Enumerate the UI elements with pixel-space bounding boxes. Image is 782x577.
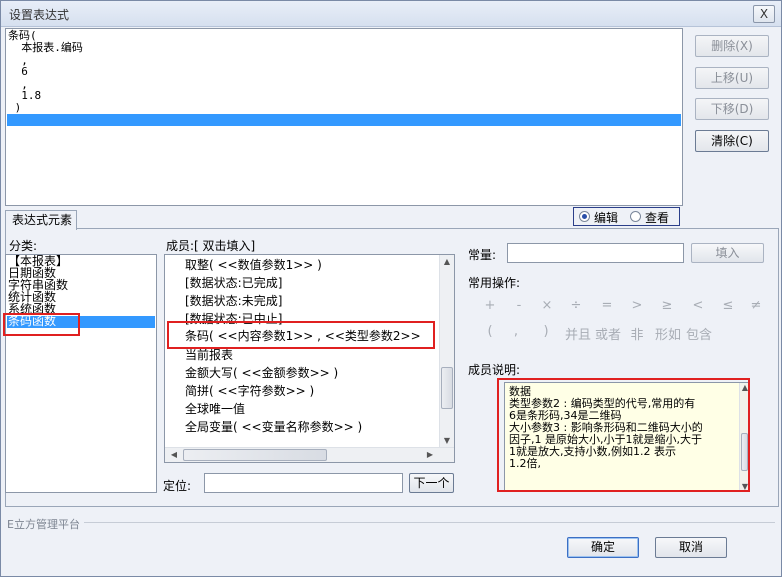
expression-line[interactable]: 本报表.编码 xyxy=(8,42,83,54)
ok-button[interactable]: 确定 xyxy=(567,537,639,558)
members-horizontal-scrollbar[interactable]: ◀ ▶ xyxy=(165,447,454,462)
op-right-paren[interactable]: ) xyxy=(534,324,558,339)
members-list[interactable]: 取整( <<数值参数1>> ) [数据状态:已完成] [数据状态:未完成] [数… xyxy=(164,254,455,463)
tab-expression-elements[interactable]: 表达式元素 xyxy=(5,210,77,230)
expression-dialog: 设置表达式 X 条码( 本报表.编码 , 6 , 1.8 ) 删除(X) 上移(… xyxy=(0,0,782,577)
clear-button[interactable]: 清除(C) xyxy=(695,130,769,152)
expression-editor[interactable]: 条码( 本报表.编码 , 6 , 1.8 ) xyxy=(5,28,683,206)
scroll-down-arrow-icon[interactable]: ▼ xyxy=(440,436,454,445)
member-desc-label: 成员说明: xyxy=(468,363,521,377)
op-minus[interactable]: - xyxy=(507,298,531,313)
delete-button[interactable]: 删除(X) xyxy=(695,35,769,57)
constant-label: 常量: xyxy=(468,248,497,262)
op-multiply[interactable]: × xyxy=(535,298,559,313)
view-radio-label[interactable]: 查看 xyxy=(645,209,669,226)
op-not[interactable]: 非 xyxy=(625,324,649,343)
scroll-up-arrow-icon[interactable]: ▲ xyxy=(440,257,454,266)
move-up-button[interactable]: 上移(U) xyxy=(695,67,769,89)
view-radio[interactable] xyxy=(630,211,641,222)
locate-label: 定位: xyxy=(163,479,192,493)
member-item[interactable]: 全局变量( <<变量名称参数>> ) xyxy=(185,418,362,436)
op-or[interactable]: 或者 xyxy=(593,324,623,343)
category-label: 分类: xyxy=(9,239,38,253)
cancel-button[interactable]: 取消 xyxy=(655,537,727,558)
members-scroll-thumb[interactable] xyxy=(441,367,453,409)
op-contains[interactable]: 包含 xyxy=(684,324,714,343)
members-hscroll-thumb[interactable] xyxy=(183,449,327,461)
op-and[interactable]: 并且 xyxy=(563,324,593,343)
title-bar: 设置表达式 X xyxy=(1,1,781,27)
edit-radio-label[interactable]: 编辑 xyxy=(594,209,618,226)
category-list[interactable]: 【本报表】 日期函数 字符串函数 统计函数 系统函数 条码函数 xyxy=(5,254,157,493)
members-vertical-scrollbar[interactable]: ▲ ▼ xyxy=(439,255,454,447)
fill-button[interactable]: 填入 xyxy=(691,243,764,263)
op-greater-equal[interactable]: ≥ xyxy=(655,298,679,313)
op-divide[interactable]: ÷ xyxy=(564,298,588,313)
op-equal[interactable]: = xyxy=(595,298,619,313)
op-plus[interactable]: + xyxy=(478,298,502,313)
dialog-title: 设置表达式 xyxy=(9,8,70,22)
member-item[interactable]: [数据状态:已完成] xyxy=(185,274,282,292)
expression-line[interactable]: ) xyxy=(8,102,22,114)
mode-radio-group: 编辑 查看 xyxy=(573,207,680,226)
footer-divider xyxy=(9,522,775,523)
op-less[interactable]: < xyxy=(686,298,710,313)
close-button[interactable]: X xyxy=(753,5,775,23)
op-comma[interactable]: , xyxy=(504,324,528,339)
expression-line[interactable]: 6 xyxy=(8,66,28,78)
selected-expression-line xyxy=(7,114,681,126)
member-item[interactable]: 简拼( <<字符参数>> ) xyxy=(185,382,314,400)
constant-input[interactable] xyxy=(507,243,684,263)
op-like[interactable]: 形如 xyxy=(653,324,683,343)
op-not-equal[interactable]: ≠ xyxy=(744,298,768,313)
common-ops-label: 常用操作: xyxy=(468,276,521,290)
highlight-box xyxy=(167,321,435,349)
op-left-paren[interactable]: ( xyxy=(478,324,502,339)
platform-name: E立方管理平台 xyxy=(7,516,84,532)
op-less-equal[interactable]: ≤ xyxy=(716,298,740,313)
move-down-button[interactable]: 下移(D) xyxy=(695,98,769,120)
scroll-left-arrow-icon[interactable]: ◀ xyxy=(167,450,181,459)
scroll-right-arrow-icon[interactable]: ▶ xyxy=(423,450,437,459)
locate-input[interactable] xyxy=(204,473,403,493)
member-item[interactable]: 金额大写( <<金额参数>> ) xyxy=(185,364,338,382)
highlight-box xyxy=(3,313,80,336)
member-item[interactable]: [数据状态:未完成] xyxy=(185,292,282,310)
next-button[interactable]: 下一个 xyxy=(409,473,454,493)
op-greater[interactable]: > xyxy=(625,298,649,313)
members-label: 成员:[ 双击填入] xyxy=(166,239,256,253)
highlight-box xyxy=(497,378,750,492)
edit-radio[interactable] xyxy=(579,211,590,222)
member-item[interactable]: 全球唯一值 xyxy=(185,400,245,418)
member-item[interactable]: 取整( <<数值参数1>> ) xyxy=(185,256,322,274)
